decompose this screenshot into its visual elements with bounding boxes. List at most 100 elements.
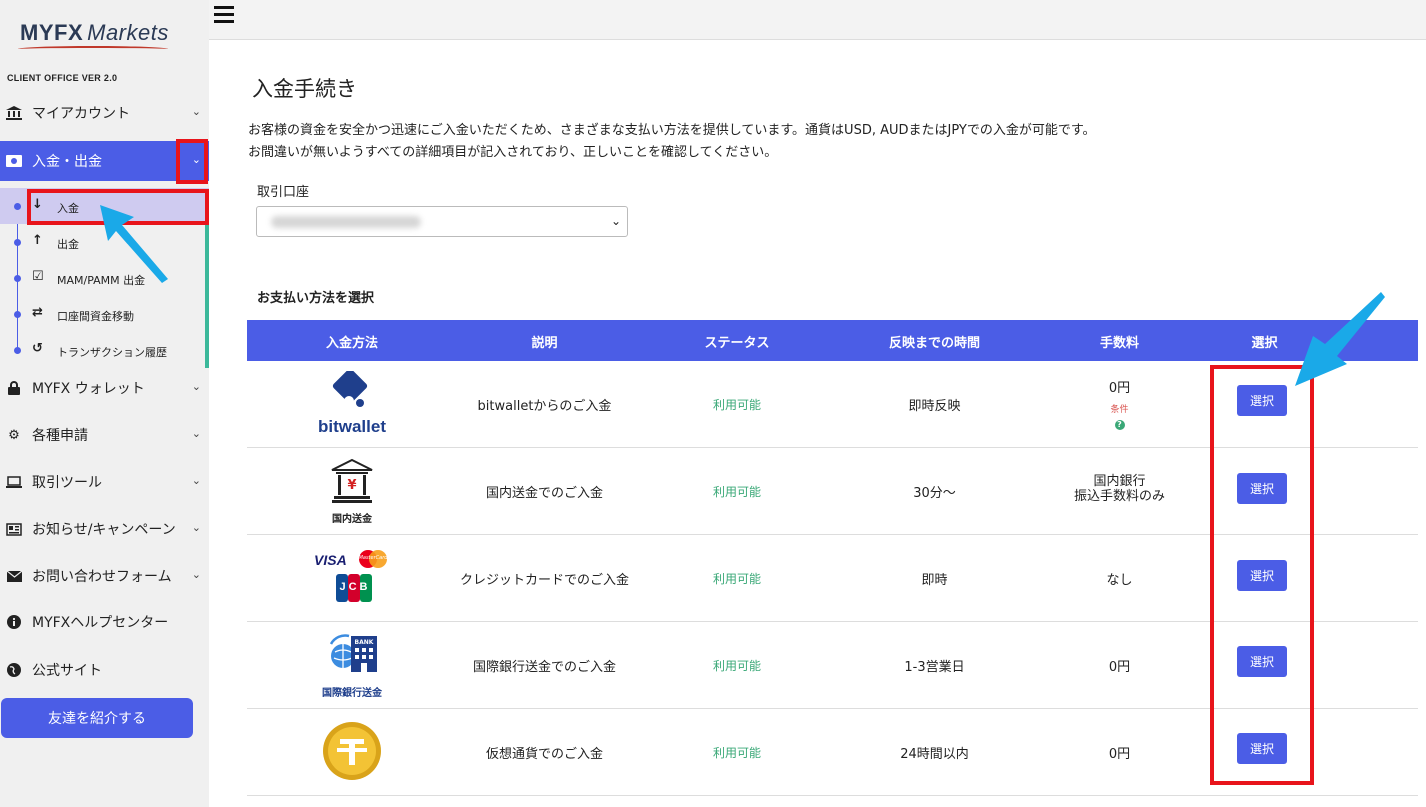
envelope-icon [6, 568, 22, 584]
bitwallet-logo: bitwallet [302, 369, 402, 439]
chevron-down-icon: ⌄ [610, 214, 621, 228]
highlight-select-column-box [1210, 365, 1314, 785]
subitem-label: トランザクション履歴 [57, 346, 167, 359]
logo-word-markets: Markets [87, 20, 169, 45]
domestic-transfer-logo: ¥ 国内送金 [312, 458, 392, 528]
blurred-account-value [271, 216, 421, 228]
status-text: 利用可能 [712, 398, 761, 412]
fee-text: なし [1106, 573, 1133, 588]
international-transfer-logo: BANK 国際銀行送金 [307, 630, 397, 702]
status-text: 利用可能 [712, 485, 761, 499]
hamburger-menu-icon[interactable] [214, 6, 234, 24]
sidebar-item-label: 入金・出金 [32, 154, 102, 170]
submenu-dot [14, 347, 21, 354]
sidebar-item-label: 取引ツール [32, 475, 102, 491]
logo-word-myfx: MYFX [20, 20, 84, 45]
jcb-text: JCB [339, 581, 371, 593]
account-select[interactable]: ⌄ [256, 206, 628, 237]
sidebar-subitem-transfer[interactable]: ⇄ 口座間資金移動 [0, 296, 209, 332]
method-description: bitwalletからのご入金 [477, 399, 612, 414]
condition-link[interactable]: 条件 [1027, 402, 1212, 415]
account-label: 取引口座 [257, 185, 310, 200]
fee-text: 0円 [1108, 381, 1131, 396]
column-header: 手数料 [1099, 336, 1139, 351]
sidebar-item-label: お知らせ/キャンペーン [32, 522, 176, 538]
top-bar [209, 0, 1426, 40]
sidebar-item-contact[interactable]: お問い合わせフォーム ⌄ [0, 556, 209, 596]
chevron-down-icon[interactable]: ⌄ [192, 521, 201, 534]
chevron-down-icon[interactable]: ⌄ [192, 474, 201, 487]
bank-text: BANK [355, 639, 374, 646]
question-circle-icon[interactable]: ? [1114, 420, 1125, 430]
sidebar-item-label: マイアカウント [32, 106, 130, 122]
bitwallet-logo-text: bitwallet [317, 417, 386, 436]
subitem-label: 口座間資金移動 [57, 310, 134, 323]
submenu-dot [14, 239, 21, 246]
subitem-label: 出金 [57, 238, 79, 251]
status-text: 利用可能 [712, 659, 761, 673]
myfx-logo[interactable]: MYFX Markets [18, 10, 188, 54]
transfer-icon: ⇄ [32, 305, 43, 320]
fee-text: 0円 [1108, 660, 1131, 675]
sidebar-item-label: お問い合わせフォーム [32, 569, 172, 585]
method-description: 仮想通貨でのご入金 [485, 747, 603, 762]
mastercard-logo: MasterCard [357, 549, 389, 569]
page-title: 入金手続き [252, 77, 357, 101]
reflect-time: 24時間以内 [900, 747, 969, 762]
reflect-time: 30分〜 [913, 486, 956, 501]
mastercard-text: MasterCard [358, 555, 388, 561]
fee-text: 振込手数料のみ [1073, 489, 1165, 504]
sidebar-item-help-center[interactable]: MYFXヘルプセンター [0, 602, 209, 642]
description-line: お間違いが無いようすべての詳細項目が記入されており、正しいことを確認してください… [248, 145, 778, 160]
international-logo-text: 国際銀行送金 [322, 688, 382, 699]
pointer-arrow-icon [1295, 292, 1385, 386]
version-label: CLIENT OFFICE VER 2.0 [7, 73, 118, 83]
sidebar-item-label: MYFX ウォレット [32, 381, 145, 397]
laptop-icon [6, 474, 22, 490]
invite-friend-button[interactable]: 友達を紹介する [1, 698, 193, 738]
fee-cell: 0円 条件 ? [1027, 377, 1212, 431]
chevron-down-icon[interactable]: ⌄ [192, 427, 201, 440]
arrow-up-icon: ↑ [32, 233, 43, 248]
description-line: お客様の資金を安全かつ迅速にご入金いただくため、さまざまな支払い方法を提供してい… [248, 123, 1096, 138]
sidebar-item-applications[interactable]: ⚙ 各種申請 ⌄ [0, 415, 209, 455]
column-header: ステータス [704, 336, 770, 351]
payment-method-heading: お支払い方法を選択 [257, 291, 375, 306]
sidebar-item-label: 公式サイト [32, 663, 102, 679]
globe-icon [6, 662, 22, 678]
jcb-logo: JCB [336, 574, 372, 602]
reflect-time: 1-3営業日 [904, 660, 965, 675]
sidebar: MYFX Markets CLIENT OFFICE VER 2.0 マイアカウン… [0, 0, 209, 807]
chevron-down-icon[interactable]: ⌄ [192, 105, 201, 118]
credit-card-logos: VISA MasterCard JCB [312, 547, 392, 607]
sidebar-item-trading-tools[interactable]: 取引ツール ⌄ [0, 462, 209, 502]
sidebar-item-label: MYFXヘルプセンター [32, 615, 169, 631]
submenu-dot [14, 311, 21, 318]
gears-icon: ⚙ [8, 427, 20, 443]
sidebar-subitem-history[interactable]: ↺ トランザクション履歴 [0, 332, 209, 368]
sidebar-item-my-account[interactable]: マイアカウント ⌄ [0, 93, 209, 133]
chevron-down-icon[interactable]: ⌄ [192, 380, 201, 393]
chevron-down-icon[interactable]: ⌄ [192, 568, 201, 581]
sidebar-item-news[interactable]: お知らせ/キャンペーン ⌄ [0, 509, 209, 549]
status-text: 利用可能 [712, 572, 761, 586]
status-text: 利用可能 [712, 746, 761, 760]
newspaper-icon [6, 521, 22, 537]
bank-icon [6, 105, 22, 121]
sidebar-item-official-site[interactable]: 公式サイト [0, 650, 209, 690]
money-icon [6, 153, 22, 169]
reflect-time: 即時 [921, 573, 948, 588]
fee-text: 国内銀行 [1093, 474, 1146, 489]
submenu-dot [14, 275, 21, 282]
history-icon: ↺ [32, 341, 43, 356]
reflect-time: 即時反映 [908, 399, 961, 414]
sidebar-item-wallet[interactable]: MYFX ウォレット ⌄ [0, 368, 209, 408]
method-description: クレジットカードでのご入金 [459, 573, 629, 588]
sidebar-item-label: 各種申請 [32, 428, 88, 444]
table-header: 入金方法 説明 ステータス 反映までの時間 手数料 選択 [247, 320, 1418, 361]
crypto-coin-icon [322, 721, 382, 781]
page-description: お客様の資金を安全かつ迅速にご入金いただくため、さまざまな支払い方法を提供してい… [248, 120, 1096, 164]
fee-cell: 国内銀行 振込手数料のみ [1027, 474, 1212, 504]
highlight-chevron-box [176, 139, 208, 184]
submenu-dot [14, 203, 21, 210]
